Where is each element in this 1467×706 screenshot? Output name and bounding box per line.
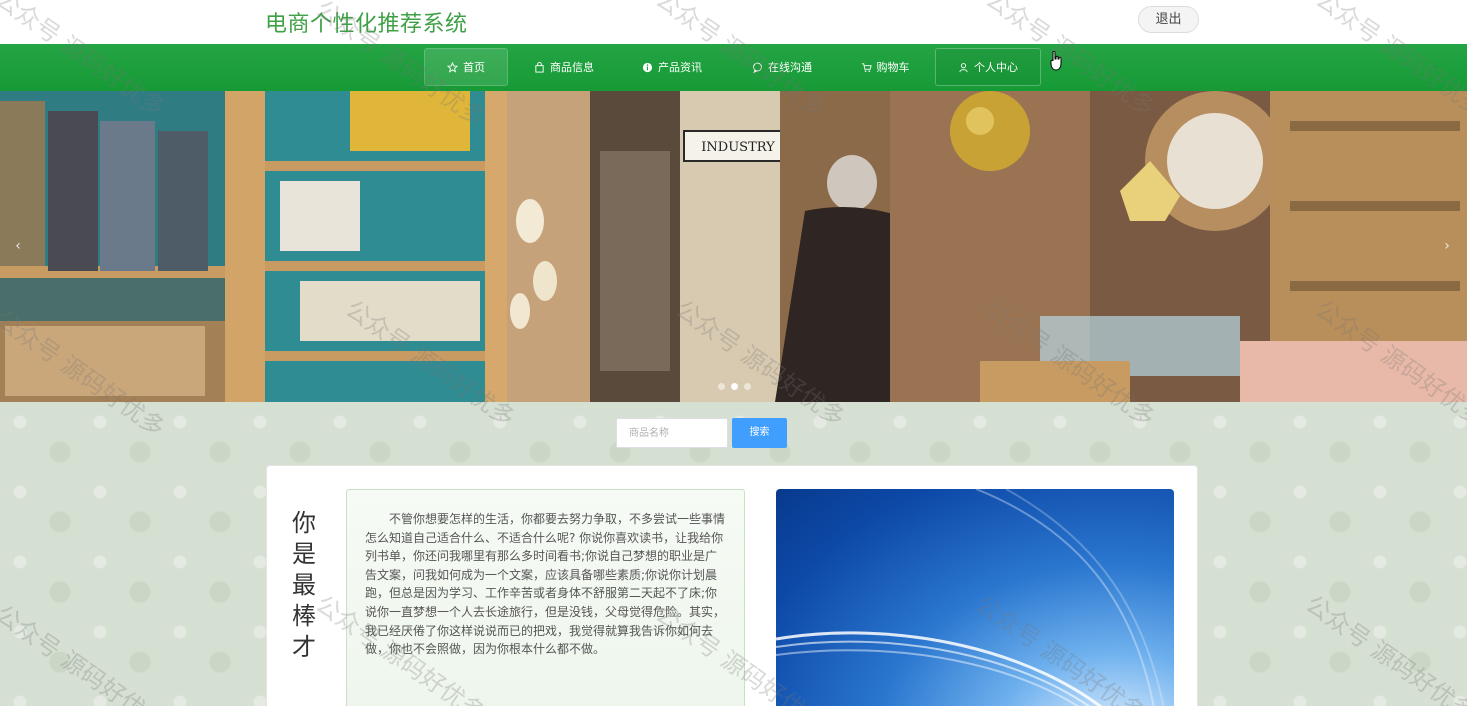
about-vertical-title: 你 是 最 棒 才 bbox=[289, 508, 319, 663]
chat-icon bbox=[752, 62, 763, 73]
search-input[interactable] bbox=[616, 418, 728, 448]
main-nav: 首页 商品信息 产品资讯 在线沟通 购物车 个人中心 bbox=[0, 44, 1467, 91]
nav-item-products[interactable]: 商品信息 bbox=[520, 48, 608, 86]
title-char: 才 bbox=[292, 633, 316, 661]
user-icon bbox=[958, 62, 969, 73]
about-image bbox=[776, 489, 1174, 706]
cart-icon bbox=[861, 62, 872, 73]
carousel-indicators bbox=[718, 383, 751, 390]
logout-button[interactable]: 退出 bbox=[1138, 6, 1199, 33]
star-icon bbox=[447, 61, 458, 73]
nav-item-profile[interactable]: 个人中心 bbox=[935, 48, 1041, 86]
about-paragraph: 不管你想要怎样的生活，你都要去努力争取，不多尝试一些事情怎么知道自己适合什么、不… bbox=[365, 512, 726, 657]
carousel-dot[interactable] bbox=[718, 383, 725, 390]
bag-icon bbox=[534, 61, 545, 73]
nav-item-chat[interactable]: 在线沟通 bbox=[738, 48, 826, 86]
abstract-wave-image bbox=[776, 489, 1165, 706]
carousel-dot[interactable] bbox=[744, 383, 751, 390]
nav-label: 购物车 bbox=[876, 61, 910, 74]
store-photo: INDUSTRY bbox=[0, 91, 1467, 402]
nav-item-cart[interactable]: 购物车 bbox=[838, 48, 932, 86]
nav-label: 产品资讯 bbox=[658, 61, 702, 74]
store-sign-text: INDUSTRY bbox=[701, 140, 775, 155]
carousel-next-button[interactable]: › bbox=[1437, 231, 1457, 261]
nav-item-home[interactable]: 首页 bbox=[424, 48, 508, 86]
carousel-prev-button[interactable]: ‹ bbox=[8, 231, 28, 261]
title-char: 棒 bbox=[292, 602, 316, 630]
mouse-cursor-icon bbox=[1050, 51, 1062, 71]
banner-carousel[interactable]: INDUSTRY ‹ › bbox=[0, 91, 1467, 402]
nav-label: 商品信息 bbox=[550, 61, 594, 74]
site-title: 电商个性化推荐系统 bbox=[265, 12, 468, 37]
nav-label: 个人中心 bbox=[974, 61, 1018, 74]
nav-label: 在线沟通 bbox=[768, 61, 812, 74]
about-text-box: 不管你想要怎样的生活，你都要去努力争取，不多尝试一些事情怎么知道自己适合什么、不… bbox=[346, 489, 745, 706]
title-char: 你 bbox=[292, 509, 316, 537]
title-char: 最 bbox=[292, 571, 316, 599]
search-button[interactable]: 搜索 bbox=[732, 418, 787, 448]
title-char: 是 bbox=[292, 540, 316, 568]
info-icon bbox=[642, 62, 653, 73]
top-bar: 电商个性化推荐系统 退出 bbox=[0, 0, 1467, 44]
carousel-dot[interactable] bbox=[731, 383, 738, 390]
nav-item-news[interactable]: 产品资讯 bbox=[628, 48, 716, 86]
nav-label: 首页 bbox=[463, 61, 485, 74]
